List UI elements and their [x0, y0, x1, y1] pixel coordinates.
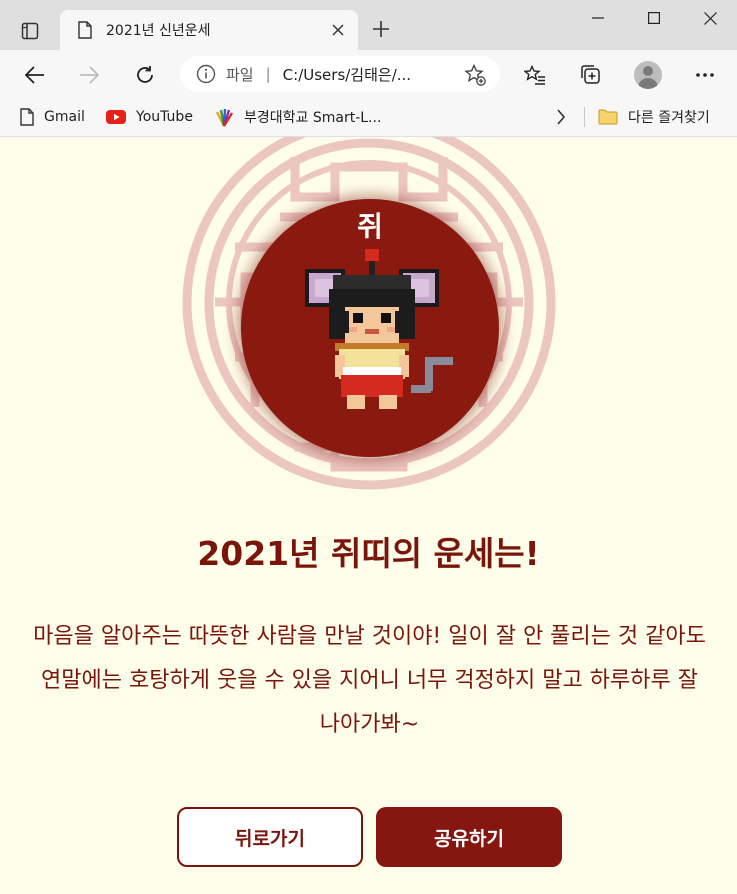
refresh-icon	[137, 66, 153, 83]
close-icon	[332, 24, 344, 36]
forward-nav-button[interactable]	[72, 58, 106, 92]
bookmarks-overflow-button[interactable]	[556, 106, 566, 128]
fortune-text: 마음을 알아주는 따뜻한 사람을 만날 것이야! 일이 잘 안 풀리는 것 같아…	[33, 624, 706, 737]
tab-actions-icon	[21, 22, 39, 40]
page-icon	[20, 108, 34, 126]
profile-avatar[interactable]	[634, 61, 662, 89]
collections-icon	[581, 65, 600, 84]
new-tab-button[interactable]	[366, 14, 396, 44]
browser-tab[interactable]: 2021년 신년운세	[60, 10, 358, 50]
bookmark-school[interactable]: 부경대학교 Smart-L...	[214, 106, 381, 128]
maximize-button[interactable]	[624, 0, 684, 36]
back-nav-button[interactable]	[18, 58, 52, 92]
chevron-right-icon	[557, 109, 566, 125]
bookmarks-bar: Gmail YouTube 부경대학교 Smart-L... 다른 즐겨찾기	[0, 98, 737, 137]
zodiac-medallion: 쥐	[241, 199, 499, 457]
bookmarks-divider	[584, 107, 585, 127]
close-window-button[interactable]	[680, 0, 737, 36]
bookmark-label: Gmail	[44, 109, 85, 125]
fortune-page: 쥐 2021년 쥐띠의 운세는! 마음을 알아주는 따뜻한 사람을 만날 것이야…	[0, 137, 737, 894]
minimize-button[interactable]	[568, 0, 628, 36]
more-icon	[696, 73, 714, 77]
minimize-icon	[592, 17, 604, 19]
school-icon	[215, 108, 234, 127]
address-scheme-label: 파일	[226, 65, 254, 84]
back-button[interactable]: 뒤로가기	[177, 807, 363, 867]
bookmark-label: 부경대학교 Smart-L...	[244, 110, 382, 126]
tab-title: 2021년 신년운세	[106, 23, 211, 39]
rat-mascot-icon	[305, 249, 453, 419]
bookmark-gmail[interactable]: Gmail	[20, 106, 85, 128]
close-window-icon	[703, 11, 717, 25]
tab-strip: 2021년 신년운세	[0, 0, 737, 50]
arrow-left-icon	[25, 66, 44, 84]
tab-close-button[interactable]	[328, 20, 348, 40]
bookmark-label: YouTube	[136, 109, 193, 125]
favorites-button[interactable]	[518, 58, 552, 92]
zodiac-name: 쥐	[357, 210, 383, 243]
more-button[interactable]	[688, 58, 722, 92]
plus-icon	[373, 21, 389, 37]
page-icon	[78, 21, 92, 39]
address-separator: |	[265, 65, 271, 83]
address-url[interactable]: C:/Users/김태은/...	[283, 64, 411, 85]
other-favorites-button[interactable]: 다른 즐겨찾기	[598, 106, 710, 128]
address-bar[interactable]: 파일 | C:/Users/김태은/...	[180, 56, 500, 92]
maximize-icon	[648, 12, 660, 24]
refresh-button[interactable]	[128, 58, 162, 92]
info-icon[interactable]	[196, 64, 216, 84]
arrow-right-icon	[80, 66, 99, 84]
folder-icon	[598, 109, 618, 125]
fortune-heading: 2021년 쥐띠의 운세는!	[197, 534, 540, 573]
collections-button[interactable]	[574, 58, 608, 92]
other-favorites-label: 다른 즐겨찾기	[628, 110, 710, 126]
tab-actions-button[interactable]	[12, 14, 48, 48]
favorites-list-icon	[524, 65, 545, 85]
bookmark-youtube[interactable]: YouTube	[106, 106, 193, 128]
youtube-icon	[106, 110, 126, 124]
share-button[interactable]: 공유하기	[376, 807, 562, 867]
add-favorite-icon[interactable]	[464, 64, 486, 86]
